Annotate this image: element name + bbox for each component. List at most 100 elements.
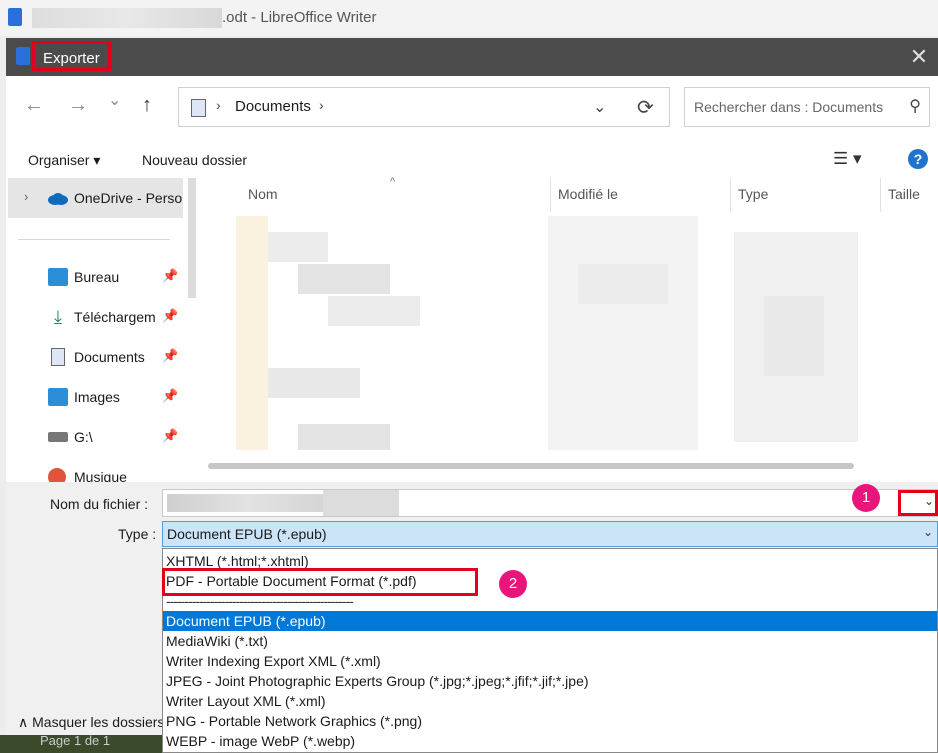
folder-icon xyxy=(191,99,206,117)
column-size[interactable]: Taille xyxy=(888,186,920,202)
chevron-up-icon: ∧ xyxy=(18,714,33,730)
sidebar-item-bureau[interactable]: Bureau 📌 xyxy=(6,260,184,296)
navigation-pane: › OneDrive - Perso Bureau 📌 ⤓ Télécharge… xyxy=(6,178,190,482)
sidebar-item-label: Documents xyxy=(74,349,145,365)
chevron-right-icon: › xyxy=(216,97,221,113)
recent-locations-icon[interactable]: ⌄ xyxy=(108,90,121,110)
search-placeholder: Rechercher dans : Documents xyxy=(694,99,884,115)
command-bar: Organiser ▾ Nouveau dossier ☰ ▾ ? xyxy=(6,140,938,178)
up-icon[interactable]: ↑ xyxy=(142,94,152,117)
hide-folders-label: Masquer les dossiers xyxy=(32,714,165,730)
documents-icon xyxy=(51,348,65,366)
navigation-bar: ← → ⌄ ↑ › Documents › ⌄ ⟳ Rechercher dan… xyxy=(6,76,938,140)
search-input[interactable]: Rechercher dans : Documents ⚲ xyxy=(684,87,930,127)
app-title: .odt - LibreOffice Writer xyxy=(222,9,377,26)
column-divider xyxy=(880,178,881,212)
blurred-file-row[interactable] xyxy=(268,368,360,398)
sidebar-item-downloads[interactable]: ⤓ Téléchargem 📌 xyxy=(6,300,184,336)
music-icon xyxy=(48,468,66,482)
dialog-title: Exporter xyxy=(32,41,111,71)
blurred-file-icons xyxy=(236,216,268,450)
app-title-bar: .odt - LibreOffice Writer xyxy=(0,0,938,36)
type-option[interactable]: PNG - Portable Network Graphics (*.png) xyxy=(163,711,937,731)
new-folder-button[interactable]: Nouveau dossier xyxy=(142,152,247,168)
images-icon xyxy=(48,388,68,406)
type-option[interactable]: Writer Indexing Export XML (*.xml) xyxy=(163,651,937,671)
pin-icon[interactable]: 📌 xyxy=(162,428,178,444)
column-type[interactable]: Type xyxy=(738,186,768,202)
sidebar-item-label: G:\ xyxy=(74,429,93,445)
writer-doc-icon xyxy=(16,47,30,65)
taskbar-strip: Page 1 de 1 xyxy=(0,733,162,753)
divider xyxy=(18,239,170,240)
breadcrumb[interactable]: Documents xyxy=(235,98,311,115)
column-divider xyxy=(730,178,731,212)
sidebar-item-documents[interactable]: Documents 📌 xyxy=(6,340,184,376)
sidebar-item-label: Bureau xyxy=(74,269,120,285)
forward-icon[interactable]: → xyxy=(68,94,88,117)
pin-icon[interactable]: 📌 xyxy=(162,308,178,324)
horizontal-scrollbar[interactable] xyxy=(208,463,854,469)
chevron-down-icon[interactable]: ⌄ xyxy=(923,525,933,539)
blurred-file-row[interactable] xyxy=(298,424,390,450)
sidebar-item-music[interactable]: Musique xyxy=(6,460,184,482)
sidebar-item-label: Musique xyxy=(74,469,127,482)
expand-chevron-icon[interactable]: › xyxy=(24,189,28,204)
sidebar-item-images[interactable]: Images 📌 xyxy=(6,380,184,416)
writer-doc-icon xyxy=(8,8,22,26)
column-name[interactable]: Nom xyxy=(248,186,278,202)
pin-icon[interactable]: 📌 xyxy=(162,348,178,364)
dialog-title-bar: Exporter ✕ xyxy=(6,38,938,76)
help-icon[interactable]: ? xyxy=(908,149,928,169)
blurred-file-row[interactable] xyxy=(328,296,420,326)
column-modified[interactable]: Modifié le xyxy=(558,186,618,202)
filename-field[interactable] xyxy=(162,489,938,517)
sidebar-item-onedrive[interactable]: › OneDrive - Perso xyxy=(6,181,184,217)
view-options-icon[interactable]: ☰ ▾ xyxy=(833,149,862,169)
chevron-down-icon[interactable]: ⌄ xyxy=(593,97,606,117)
navigation-scrollbar[interactable] xyxy=(188,178,196,298)
blurred-file-row[interactable] xyxy=(298,264,390,294)
file-list: ^ Nom Modifié le Type Taille xyxy=(200,176,938,478)
address-bar[interactable]: › Documents › ⌄ ⟳ xyxy=(178,87,670,127)
blurred-types xyxy=(764,296,824,376)
type-option[interactable]: Writer Layout XML (*.xml) xyxy=(163,691,937,711)
type-select-value: Document EPUB (*.epub) xyxy=(167,526,327,542)
filename-label: Nom du fichier : xyxy=(50,496,149,512)
chevron-right-icon[interactable]: › xyxy=(319,97,324,113)
search-icon[interactable]: ⚲ xyxy=(909,96,921,116)
refresh-icon[interactable]: ⟳ xyxy=(637,95,654,120)
type-select[interactable]: Document EPUB (*.epub) ⌄ xyxy=(162,521,938,547)
sidebar-item-label: Téléchargem xyxy=(74,309,156,325)
sidebar-item-label: Images xyxy=(74,389,120,405)
type-option-selected[interactable]: Document EPUB (*.epub) xyxy=(163,611,937,631)
pin-icon[interactable]: 📌 xyxy=(162,388,178,404)
pin-icon[interactable]: 📌 xyxy=(162,268,178,284)
sidebar-item-label: OneDrive - Perso xyxy=(74,190,183,206)
onedrive-icon xyxy=(48,193,68,205)
blurred-file-row[interactable] xyxy=(268,232,328,262)
annotation-badge-1: 1 xyxy=(852,484,880,512)
desktop-icon xyxy=(48,268,68,286)
back-icon[interactable]: ← xyxy=(24,94,44,117)
sort-ascending-icon: ^ xyxy=(390,176,396,188)
filename-dropdown-chevron-icon[interactable]: ⌄ xyxy=(924,494,934,508)
hide-folders-button[interactable]: ∧ Masquer les dossiers xyxy=(18,714,164,731)
blurred-dates xyxy=(578,264,668,304)
annotation-badge-2: 2 xyxy=(499,570,527,598)
type-option[interactable]: WEBP - image WebP (*.webp) xyxy=(163,731,937,751)
download-icon: ⤓ xyxy=(54,307,62,327)
annotation-box-pdf xyxy=(162,568,478,596)
page-status: Page 1 de 1 xyxy=(40,733,111,748)
blurred-dates xyxy=(548,216,698,450)
column-divider xyxy=(550,178,551,212)
blurred-filename xyxy=(167,494,327,512)
close-icon[interactable]: ✕ xyxy=(906,44,932,70)
type-option[interactable]: JPEG - Joint Photographic Experts Group … xyxy=(163,671,937,691)
blurred-filename xyxy=(323,490,399,516)
blurred-filename xyxy=(32,8,222,28)
organize-button[interactable]: Organiser ▾ xyxy=(28,152,100,169)
type-label: Type : xyxy=(118,526,157,542)
sidebar-item-drive-g[interactable]: G:\ 📌 xyxy=(6,420,184,456)
type-option[interactable]: MediaWiki (*.txt) xyxy=(163,631,937,651)
